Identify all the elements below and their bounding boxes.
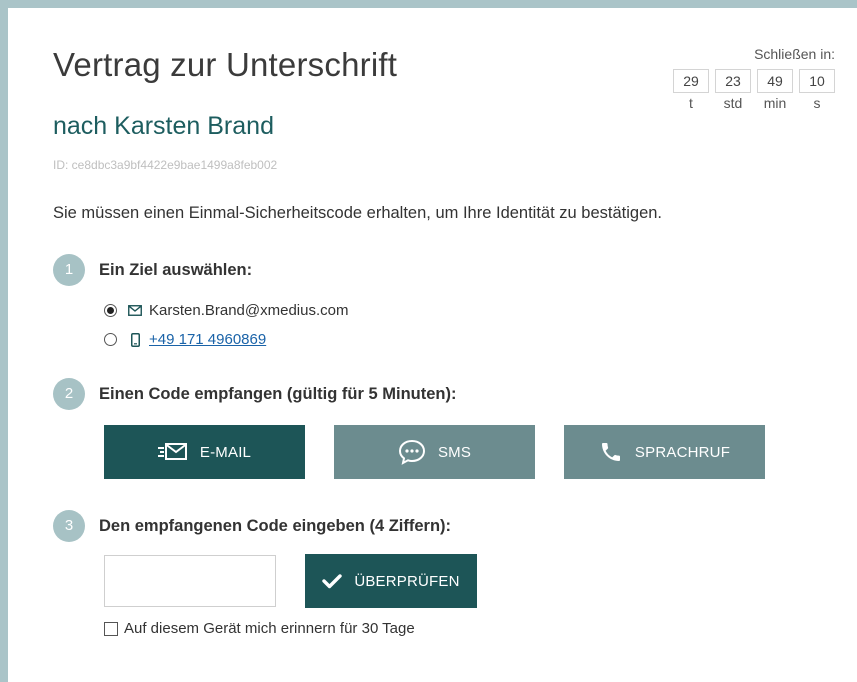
envelope-icon xyxy=(127,304,143,318)
send-sms-label: SMS xyxy=(437,443,472,461)
sender-subtitle: nach Karsten Brand xyxy=(53,112,274,140)
destination-phone-radio[interactable] xyxy=(104,333,117,346)
countdown-hours: 23 xyxy=(715,69,751,93)
verify-label: ÜBERPRÜFEN xyxy=(354,572,460,590)
step-1-label: Ein Ziel auswählen: xyxy=(99,260,253,279)
countdown-unit-minutes: min xyxy=(763,95,787,111)
countdown-units: t std min s xyxy=(673,95,835,111)
page-frame: Vertrag zur Unterschrift nach Karsten Br… xyxy=(0,0,857,682)
step-3-heading: 3 Den empfangenen Code eingeben (4 Ziffe… xyxy=(53,510,451,542)
destination-option-email[interactable]: Karsten.Brand@xmedius.com xyxy=(104,302,348,319)
destination-email-label: Karsten.Brand@xmedius.com xyxy=(149,302,349,319)
voice-call-label: SPRACHRUF xyxy=(634,443,731,461)
step-1-number: 1 xyxy=(53,254,85,286)
countdown-label: Schließen in: xyxy=(754,46,835,62)
send-email-label: E-MAIL xyxy=(199,443,252,461)
step-3-label: Den empfangenen Code eingeben (4 Ziffern… xyxy=(99,516,452,535)
checkmark-icon xyxy=(322,574,343,589)
remember-device-option[interactable]: Auf diesem Gerät mich erinnern für 30 Ta… xyxy=(104,620,415,637)
step-2-label: Einen Code empfangen (gültig für 5 Minut… xyxy=(99,384,457,403)
step-2-number: 2 xyxy=(53,378,85,410)
destination-email-radio[interactable] xyxy=(104,304,117,317)
mobile-phone-icon xyxy=(127,332,143,347)
destination-option-phone[interactable]: +49 171 4960869 xyxy=(104,331,266,348)
countdown-seconds: 10 xyxy=(799,69,835,93)
countdown-unit-seconds: s xyxy=(813,95,821,111)
countdown-values: 29 23 49 10 xyxy=(673,69,835,93)
step-2-heading: 2 Einen Code empfangen (gültig für 5 Min… xyxy=(53,378,456,410)
countdown-timer: Schließen in: 29 23 49 10 t std min s xyxy=(673,46,835,111)
step-3-number: 3 xyxy=(53,510,85,542)
remember-device-label: Auf diesem Gerät mich erinnern für 30 Ta… xyxy=(124,620,415,637)
remember-device-checkbox[interactable] xyxy=(104,621,118,636)
countdown-unit-hours: std xyxy=(723,95,743,111)
step-1-heading: 1 Ein Ziel auswählen: xyxy=(53,254,252,286)
verify-button[interactable]: ÜBERPRÜFEN xyxy=(305,554,477,608)
destination-phone-link[interactable]: +49 171 4960869 xyxy=(149,331,266,348)
countdown-days: 29 xyxy=(673,69,709,93)
page-title: Vertrag zur Unterschrift xyxy=(53,46,398,83)
intro-text: Sie müssen einen Einmal-Sicherheitscode … xyxy=(53,204,663,222)
countdown-unit-days: t xyxy=(689,95,693,111)
countdown-minutes: 49 xyxy=(757,69,793,93)
verification-code-input[interactable] xyxy=(104,555,276,607)
send-sms-button[interactable]: SMS xyxy=(334,425,535,479)
voice-call-button[interactable]: SPRACHRUF xyxy=(564,425,765,479)
document-id: ID: ce8dbc3a9bf4422e9bae1499a8feb002 xyxy=(53,158,278,172)
phone-handset-icon xyxy=(601,443,620,461)
email-send-icon xyxy=(157,443,187,460)
sms-bubble-icon xyxy=(398,439,425,465)
send-email-button[interactable]: E-MAIL xyxy=(104,425,305,479)
